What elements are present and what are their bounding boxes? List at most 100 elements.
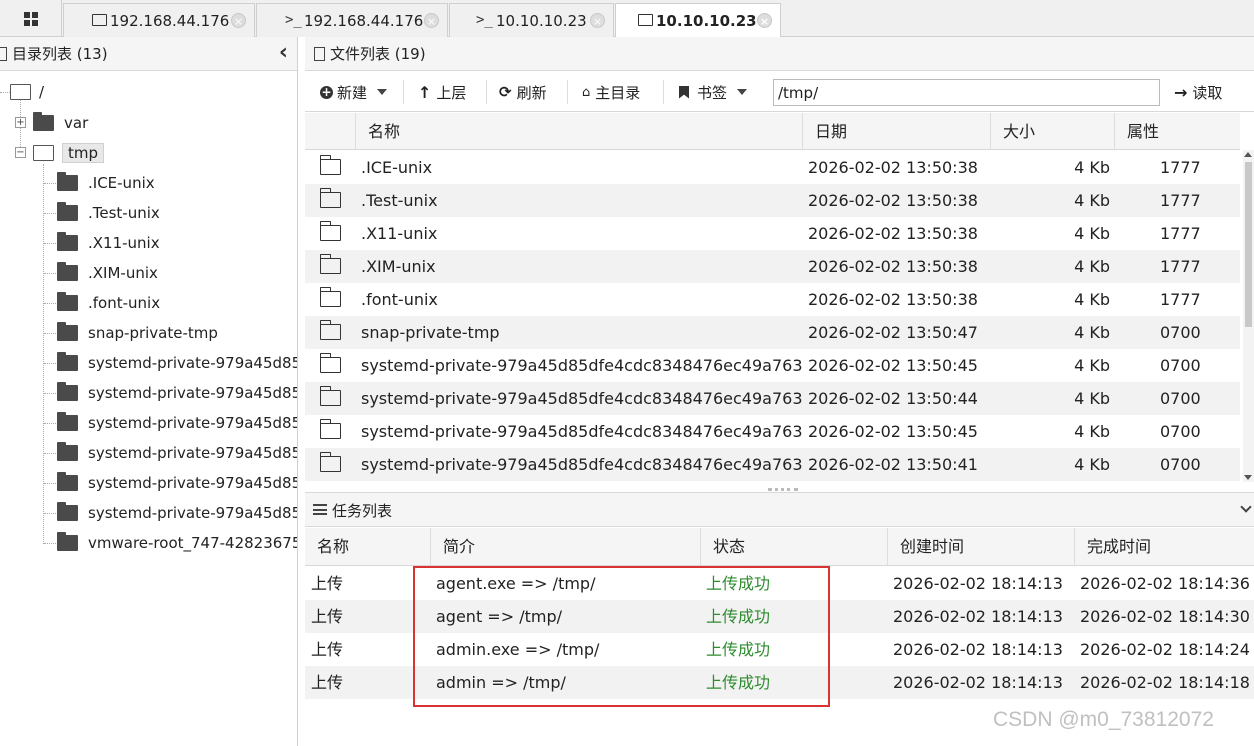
folder-icon [57,262,78,281]
folder-icon [319,386,341,406]
new-button[interactable]: + 新建 [320,80,388,104]
folder-icon [319,452,341,472]
tree-node-child[interactable]: snap-private-tmp [57,321,218,345]
task-name: 上传 [311,673,344,692]
file-row[interactable]: systemd-private-979a45d85dfe4cdc8348476e… [305,382,1240,415]
tree-node-root[interactable]: / [10,80,44,104]
task-created-time: 2026-02-02 18:14:13 [893,574,1063,593]
up-level-button[interactable]: ↑ 上层 [418,80,466,104]
tree-line [44,213,56,214]
file-name: .XIM-unix [361,257,436,276]
file-row[interactable]: systemd-private-979a45d85dfe4cdc8348476e… [305,349,1240,382]
file-attr: 1777 [1160,257,1201,276]
column-header-attr[interactable]: 属性 [1114,113,1240,150]
tree-node-tmp[interactable]: tmp [33,141,105,165]
column-header-size[interactable]: 大小 [990,113,1114,150]
file-row[interactable]: .X11-unix 2026-02-02 13:50:38 4 Kb 1777 [305,217,1240,250]
task-column-finished[interactable]: 完成时间 [1074,528,1254,566]
file-row[interactable]: snap-private-tmp 2026-02-02 13:50:47 4 Kb 0… [305,316,1240,349]
file-row[interactable]: systemd-private-979a45d85dfe4cdc8348476e… [305,415,1240,448]
file-date: 2026-02-02 13:50:44 [808,389,978,408]
tree-node-child[interactable]: .Test-unix [57,201,160,225]
tab-label: 192.168.44.176 [110,11,230,30]
tree-node-label-selected: tmp [62,143,105,163]
tree-node-child[interactable]: .X11-unix [57,231,160,255]
scroll-up-icon[interactable] [1244,152,1252,157]
toolbar-divider [403,80,404,104]
tree-node-child[interactable]: systemd-private-979a45d85dfe4cdc8348476e… [57,441,297,465]
close-icon[interactable]: × [590,13,605,28]
file-date: 2026-02-02 13:50:38 [808,158,978,177]
tab-session-1[interactable]: 192.168.44.176 × [63,3,255,37]
tree-node-label: .font-unix [88,294,161,312]
task-column-desc[interactable]: 简介 [430,528,700,566]
directory-panel-header: 目录列表 (13) ‹ [0,37,297,71]
file-row[interactable]: .ICE-unix 2026-02-02 13:50:38 4 Kb 1777 [305,151,1240,184]
file-size: 4 Kb [1074,323,1110,342]
task-created-time: 2026-02-02 18:14:13 [893,640,1063,659]
highlight-annotation-box [413,566,830,707]
close-icon[interactable]: × [757,13,772,28]
tree-line [44,423,56,424]
chevron-down-icon[interactable] [1240,501,1252,513]
tab-session-4-active[interactable]: 10.10.10.23 × [615,3,781,38]
tab-session-3[interactable]: >_ 10.10.10.23 × [449,3,614,37]
file-attr: 0700 [1160,389,1201,408]
collapse-left-icon[interactable]: ‹ [279,40,288,65]
home-button[interactable]: ⌂ 主目录 [582,80,640,104]
tree-node-child[interactable]: systemd-private-979a45d85dfe4cdc8348476e… [57,411,297,435]
tree-node-child[interactable]: .font-unix [57,291,160,315]
panel-splitter-handle[interactable] [768,488,798,491]
folder-icon [57,352,78,371]
new-label: 新建 [337,83,368,102]
tree-line [44,513,56,514]
tree-node-child[interactable]: .ICE-unix [57,171,155,195]
tree-node-var[interactable]: var [33,111,88,135]
file-list-scrollbar[interactable] [1243,150,1254,482]
file-size: 4 Kb [1074,290,1110,309]
task-finished-time: 2026-02-02 18:14:24 [1080,640,1250,659]
tree-node-label: systemd-private-979a45d85dfe4cdc8348476e… [88,354,297,372]
folder-open-icon [10,84,31,100]
collapse-icon[interactable]: − [15,147,26,158]
close-icon[interactable]: × [231,13,246,28]
file-row[interactable]: .Test-unix 2026-02-02 13:50:38 4 Kb 1777 [305,184,1240,217]
tree-node-child[interactable]: systemd-private-979a45d85dfe4cdc8348476e… [57,381,297,405]
read-button[interactable]: → 读取 [1174,80,1222,104]
folder-icon [57,322,78,341]
close-icon[interactable]: × [424,13,439,28]
file-row[interactable]: .font-unix 2026-02-02 13:50:38 4 Kb 1777 [305,283,1240,316]
column-header-date[interactable]: 日期 [802,113,990,150]
tree-node-label: var [64,114,89,132]
file-name: .font-unix [361,290,438,309]
read-label: 读取 [1192,83,1223,102]
refresh-button[interactable]: ⟳ 刷新 [499,80,547,104]
tab-home-button[interactable] [0,0,62,37]
scrollbar-thumb[interactable] [1245,162,1252,327]
scroll-down-icon[interactable] [1244,475,1252,480]
file-row[interactable]: .XIM-unix 2026-02-02 13:50:38 4 Kb 1777 [305,250,1240,283]
bookmark-button[interactable]: 书签 [679,80,748,104]
watermark: CSDN @m0_73812072 [993,708,1214,731]
tab-session-2[interactable]: >_ 192.168.44.176 × [256,3,448,37]
tree-node-child[interactable]: systemd-private-979a45d85dfe4cdc8348476e… [57,501,297,525]
tree-node-label: systemd-private-979a45d85dfe4cdc8348476e… [88,504,297,522]
refresh-label: 刷新 [516,83,547,102]
tree-line [44,363,56,364]
file-row[interactable]: systemd-private-979a45d85dfe4cdc8348476e… [305,448,1240,481]
expand-icon[interactable]: + [15,117,26,128]
task-column-name[interactable]: 名称 [305,528,430,566]
path-input[interactable] [773,79,1160,106]
tree-node-label: systemd-private-979a45d85dfe4cdc8348476e… [88,384,297,402]
tree-node-child[interactable]: systemd-private-979a45d85dfe4cdc8348476e… [57,471,297,495]
folder-icon [57,412,78,431]
tree-line [44,333,56,334]
column-header-name[interactable]: 名称 [355,113,802,150]
tree-node-child[interactable]: .XIM-unix [57,261,158,285]
task-column-created[interactable]: 创建时间 [887,528,1074,566]
file-name: systemd-private-979a45d85dfe4cdc8348476e… [361,455,802,474]
tree-node-child[interactable]: systemd-private-979a45d85dfe4cdc8348476e… [57,351,297,375]
tree-node-child[interactable]: vmware-root_747-4282367541 [57,531,297,555]
task-finished-time: 2026-02-02 18:14:30 [1080,607,1250,626]
task-column-status[interactable]: 状态 [700,528,887,566]
